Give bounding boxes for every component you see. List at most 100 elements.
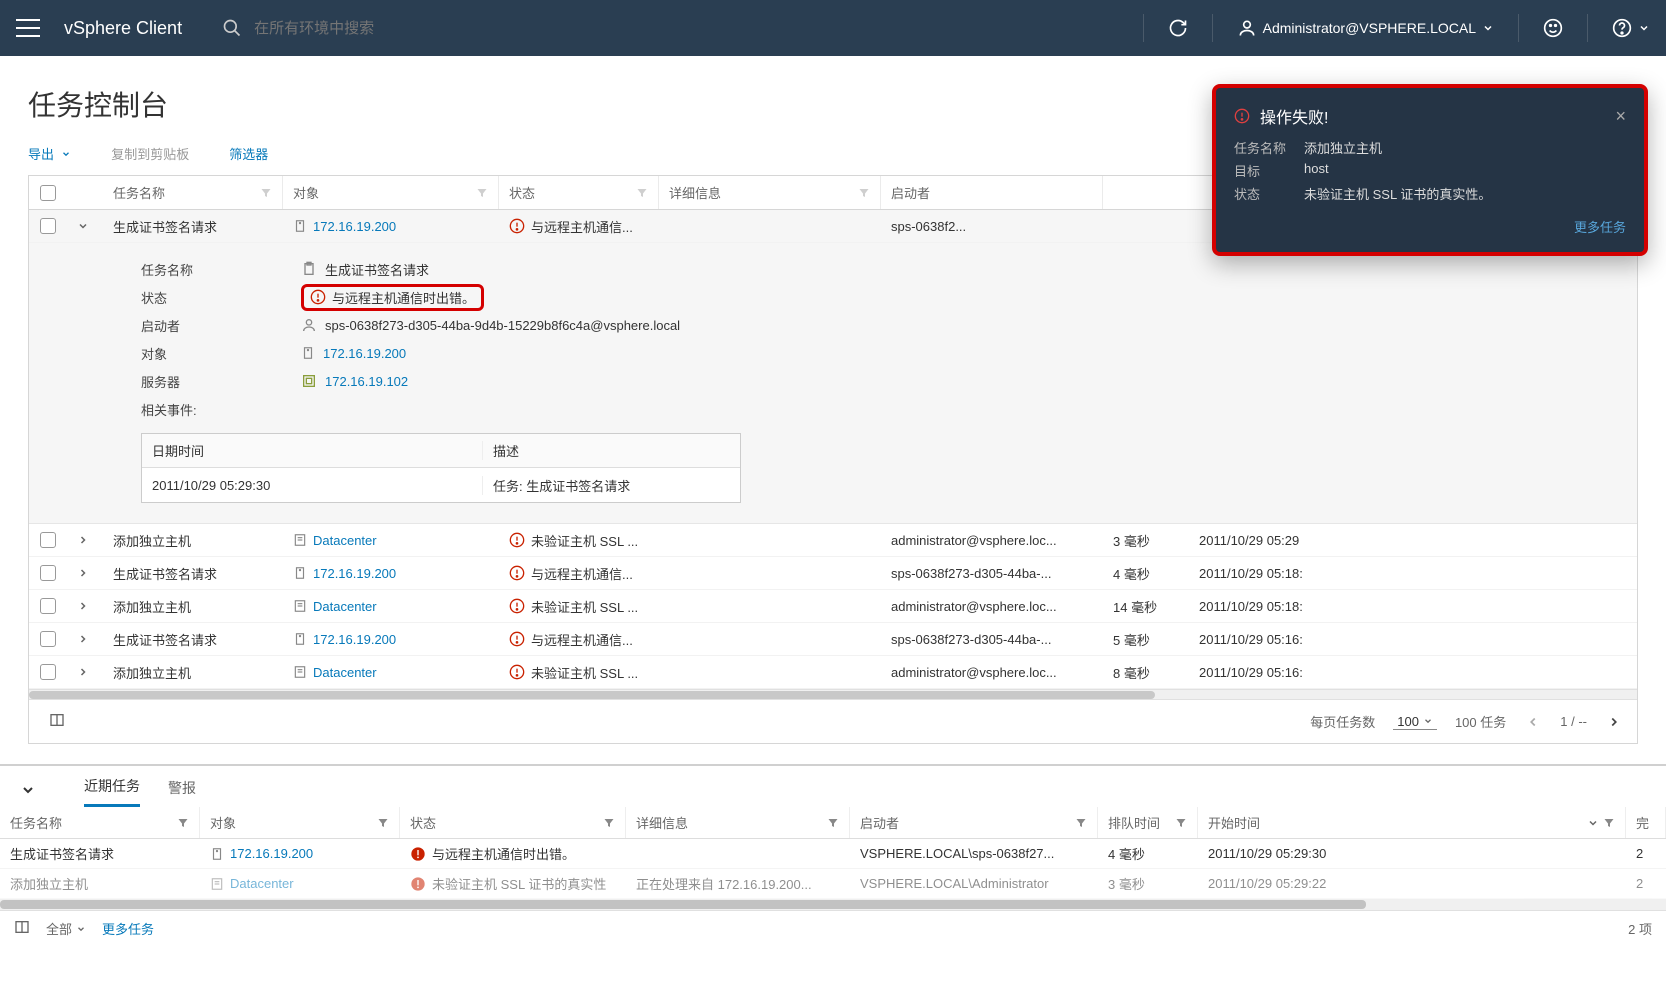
bottom-footer: 全部 更多任务 2 项 [0,910,1666,946]
table-row[interactable]: 生成证书签名请求172.16.19.200与远程主机通信...sps-0638f… [29,623,1637,656]
expand-toggle[interactable] [67,623,103,655]
row-checkbox[interactable] [40,664,56,680]
filter-button[interactable]: 筛选器 [229,144,268,163]
prev-page[interactable] [1524,713,1542,731]
filter-icon[interactable] [377,817,389,829]
chevron-down-icon [1638,22,1650,34]
col-target[interactable]: 对象 [200,807,400,838]
error-icon [509,598,525,614]
col-status[interactable]: 状态 [400,807,626,838]
tab-alarms[interactable]: 警报 [168,778,196,806]
task-target[interactable]: Datacenter [200,876,400,891]
table-row[interactable]: 生成证书签名请求172.16.19.200与远程主机通信...sps-0638f… [29,557,1637,590]
h-scrollbar[interactable] [29,689,1637,699]
error-icon [1234,108,1250,124]
task-target[interactable]: Datacenter [283,524,499,556]
h-scrollbar[interactable] [0,899,1666,910]
expand-toggle[interactable] [67,590,103,622]
grid-header: 任务名称 对象 状态 详细信息 启动者 排队时间 开始时间 完 [0,807,1666,839]
refresh-button[interactable] [1168,18,1188,38]
filter-icon[interactable] [476,187,488,199]
filter-icon[interactable] [858,187,870,199]
error-icon [509,565,525,581]
expand-toggle[interactable] [67,524,103,556]
filter-icon[interactable] [1175,817,1187,829]
task-target[interactable]: Datacenter [283,590,499,622]
next-page[interactable] [1605,713,1623,731]
global-search[interactable] [222,18,1143,38]
help-button[interactable] [1612,18,1650,38]
host-icon [293,566,307,580]
filter-icon[interactable] [1603,817,1615,829]
close-icon[interactable]: × [1615,106,1626,127]
filter-icon[interactable] [1075,817,1087,829]
row-checkbox[interactable] [40,631,56,647]
col-queued[interactable]: 排队时间 [1098,807,1198,838]
col-details[interactable]: 详细信息 [659,176,881,209]
menu-icon[interactable] [16,19,40,37]
task-target[interactable]: 172.16.19.200 [283,623,499,655]
col-target[interactable]: 对象 [283,176,499,209]
table-row[interactable]: 添加独立主机Datacenter未验证主机 SSL ...administrat… [29,524,1637,557]
col-details[interactable]: 详细信息 [626,807,850,838]
user-menu[interactable]: Administrator@VSPHERE.LOCAL [1237,18,1494,38]
feedback-button[interactable] [1543,18,1563,38]
col-task-name[interactable]: 任务名称 [0,807,200,838]
more-tasks-link[interactable]: 更多任务 [1234,217,1626,236]
columns-icon [14,919,30,935]
filter-icon[interactable] [177,817,189,829]
filter-icon[interactable] [827,817,839,829]
task-status: 未验证主机 SSL 证书的真实性 [400,874,626,893]
task-target[interactable]: 172.16.19.200 [283,557,499,589]
vcenter-icon [301,373,317,389]
tab-recent[interactable]: 近期任务 [84,776,140,807]
export-button[interactable]: 导出 [28,144,71,163]
error-icon [509,218,525,234]
search-input[interactable] [254,20,554,37]
smile-icon [1543,18,1563,38]
col-task-name[interactable]: 任务名称 [103,176,283,209]
expand-toggle[interactable] [67,656,103,688]
target-link[interactable]: 172.16.19.200 [323,346,406,361]
row-checkbox[interactable] [40,218,56,234]
task-target[interactable]: 172.16.19.200 [200,846,400,861]
filter-icon[interactable] [260,187,272,199]
task-name: 生成证书签名请求 [0,844,200,863]
table-row[interactable]: 生成证书签名请求172.16.19.200与远程主机通信时出错。VSPHERE.… [0,839,1666,869]
filter-all[interactable]: 全部 [46,919,86,938]
server-link[interactable]: 172.16.19.102 [325,374,408,389]
column-picker[interactable] [43,712,65,731]
task-target[interactable]: Datacenter [283,656,499,688]
table-row[interactable]: 添加独立主机Datacenter未验证主机 SSL 证书的真实性正在处理来自 1… [0,869,1666,899]
event-row[interactable]: 2011/10/29 05:29:30任务: 生成证书签名请求 [142,468,740,502]
datacenter-icon [293,599,307,613]
task-status: 未验证主机 SSL ... [499,656,659,688]
page-size-select[interactable]: 100 [1393,714,1437,730]
col-status[interactable]: 状态 [499,176,659,209]
table-row[interactable]: 添加独立主机Datacenter未验证主机 SSL ...administrat… [29,590,1637,623]
column-picker[interactable] [14,919,30,938]
table-row[interactable]: 添加独立主机Datacenter未验证主机 SSL ...administrat… [29,656,1637,689]
more-tasks-link[interactable]: 更多任务 [102,919,154,938]
col-initiator[interactable]: 启动者 [881,176,1103,209]
row-checkbox[interactable] [40,565,56,581]
pagination: 每页任务数 100 100 任务 1 / -- [29,699,1637,743]
col-queued[interactable] [1103,176,1189,209]
task-initiator: administrator@vsphere.loc... [881,656,1103,688]
col-initiator[interactable]: 启动者 [850,807,1098,838]
task-name: 添加独立主机 [103,590,283,622]
error-icon [509,631,525,647]
error-icon [410,876,426,892]
filter-icon[interactable] [636,187,648,199]
row-checkbox[interactable] [40,598,56,614]
row-checkbox[interactable] [40,532,56,548]
expand-toggle[interactable] [67,557,103,589]
item-count: 2 项 [1628,919,1652,938]
col-start[interactable]: 开始时间 [1198,807,1626,838]
select-all[interactable] [29,176,67,209]
collapse-panel[interactable] [20,782,36,801]
task-target[interactable]: 172.16.19.200 [283,210,499,242]
filter-icon[interactable] [603,817,615,829]
col-complete[interactable]: 完 [1626,807,1666,838]
expand-toggle[interactable] [67,210,103,242]
